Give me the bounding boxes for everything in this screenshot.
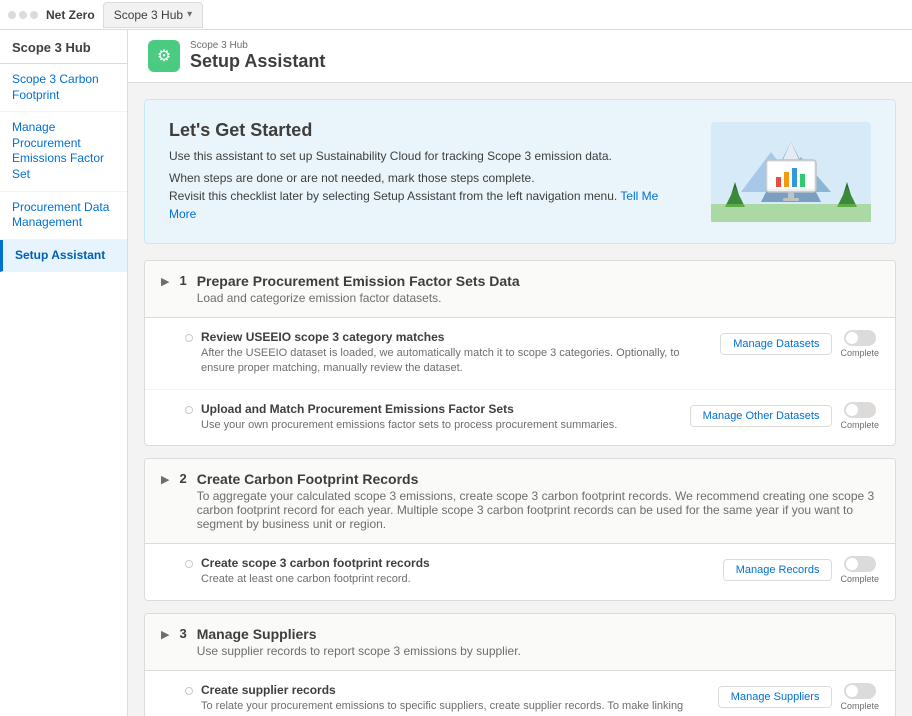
toggle-label-3-1: Complete bbox=[840, 701, 879, 711]
page-header: ⚙ Scope 3 Hub Setup Assistant bbox=[128, 30, 912, 83]
step-subtitle-2: To aggregate your calculated scope 3 emi… bbox=[197, 489, 879, 531]
hero-desc3: Revisit this checklist later by selectin… bbox=[169, 187, 669, 223]
page-breadcrumb: Scope 3 Hub bbox=[190, 40, 325, 51]
sidebar-item-setup-assistant[interactable]: Setup Assistant bbox=[0, 240, 127, 273]
app-name: Net Zero bbox=[46, 8, 95, 22]
toggle-label-1-1: Complete bbox=[840, 348, 879, 358]
step-title-wrap-1: Prepare Procurement Emission Factor Sets… bbox=[197, 273, 520, 305]
hero-image bbox=[711, 122, 871, 222]
sidebar-item-carbon-footprint[interactable]: Scope 3 Carbon Footprint bbox=[0, 64, 127, 112]
step-section-3: ▶ 3 Manage Suppliers Use supplier record… bbox=[144, 613, 896, 716]
sub-steps-3: Create supplier records To relate your p… bbox=[145, 671, 895, 716]
hero-banner: Let's Get Started Use this assistant to … bbox=[144, 99, 896, 244]
sidebar: Scope 3 Hub Scope 3 Carbon Footprint Man… bbox=[0, 30, 128, 716]
steps-container: ▶ 1 Prepare Procurement Emission Factor … bbox=[128, 260, 912, 716]
hero-desc1: Use this assistant to set up Sustainabil… bbox=[169, 147, 669, 165]
step-chevron-1: ▶ bbox=[161, 275, 169, 288]
sub-steps-2: Create scope 3 carbon footprint records … bbox=[145, 544, 895, 599]
sub-step-title-1-1: Review USEEIO scope 3 category matches bbox=[201, 330, 712, 344]
sub-step-title-1-2: Upload and Match Procurement Emissions F… bbox=[201, 402, 682, 416]
main-content: ⚙ Scope 3 Hub Setup Assistant Let's Get … bbox=[128, 30, 912, 716]
sub-step-title-2-1: Create scope 3 carbon footprint records bbox=[201, 556, 715, 570]
sub-steps-1: Review USEEIO scope 3 category matches A… bbox=[145, 318, 895, 445]
toggle-wrap-3-1: Complete bbox=[840, 683, 879, 711]
sub-step-3-1: Create supplier records To relate your p… bbox=[145, 671, 895, 716]
manage-suppliers-btn[interactable]: Manage Suppliers bbox=[718, 686, 833, 708]
page-header-text-wrap: Scope 3 Hub Setup Assistant bbox=[190, 40, 325, 72]
bullet-1-1 bbox=[185, 334, 193, 342]
toggle-3-1[interactable] bbox=[844, 683, 876, 699]
sub-step-title-3-1: Create supplier records bbox=[201, 683, 710, 697]
sub-step-desc-1-2: Use your own procurement emissions facto… bbox=[201, 418, 682, 433]
toggle-label-1-2: Complete bbox=[840, 420, 879, 430]
toggle-wrap-2-1: Complete bbox=[840, 556, 879, 584]
step-chevron-2: ▶ bbox=[161, 473, 169, 486]
step-title-3: Manage Suppliers bbox=[197, 626, 521, 642]
sidebar-item-manage-procurement[interactable]: Manage Procurement Emissions Factor Set bbox=[0, 112, 127, 191]
sidebar-item-procurement-data[interactable]: Procurement Data Management bbox=[0, 192, 127, 240]
toggle-wrap-1-1: Complete bbox=[840, 330, 879, 358]
manage-other-datasets-btn[interactable]: Manage Other Datasets bbox=[690, 405, 833, 427]
sub-step-2-1: Create scope 3 carbon footprint records … bbox=[145, 544, 895, 599]
step-subtitle-3: Use supplier records to report scope 3 e… bbox=[197, 644, 521, 658]
step-header-3[interactable]: ▶ 3 Manage Suppliers Use supplier record… bbox=[145, 614, 895, 671]
sub-step-actions-3-1: Manage Suppliers Complete bbox=[718, 683, 879, 711]
page-title: Setup Assistant bbox=[190, 51, 325, 72]
gear-icon: ⚙ bbox=[157, 46, 171, 66]
sub-step-1-2: Upload and Match Procurement Emissions F… bbox=[145, 390, 895, 445]
sub-step-content-1-2: Upload and Match Procurement Emissions F… bbox=[201, 402, 682, 433]
sidebar-header: Scope 3 Hub bbox=[0, 30, 127, 64]
toggle-2-1[interactable] bbox=[844, 556, 876, 572]
sub-step-content-3-1: Create supplier records To relate your p… bbox=[201, 683, 710, 716]
step-section-2: ▶ 2 Create Carbon Footprint Records To a… bbox=[144, 458, 896, 600]
toggle-wrap-1-2: Complete bbox=[840, 402, 879, 430]
page-header-icon: ⚙ bbox=[148, 40, 180, 72]
toggle-1-2[interactable] bbox=[844, 402, 876, 418]
bullet-1-2 bbox=[185, 406, 193, 414]
tab-scope3hub[interactable]: Scope 3 Hub ▾ bbox=[103, 2, 203, 28]
sub-step-actions-2-1: Manage Records Complete bbox=[723, 556, 879, 584]
top-bar: Net Zero Scope 3 Hub ▾ bbox=[0, 0, 912, 30]
step-title-2: Create Carbon Footprint Records bbox=[197, 471, 879, 487]
sub-step-desc-2-1: Create at least one carbon footprint rec… bbox=[201, 572, 715, 587]
toggle-label-2-1: Complete bbox=[840, 574, 879, 584]
sub-step-1-1: Review USEEIO scope 3 category matches A… bbox=[145, 318, 895, 390]
step-title-wrap-3: Manage Suppliers Use supplier records to… bbox=[197, 626, 521, 658]
tab-chevron: ▾ bbox=[187, 9, 192, 20]
bullet-3-1 bbox=[185, 687, 193, 695]
app-dots bbox=[8, 11, 38, 19]
step-header-1[interactable]: ▶ 1 Prepare Procurement Emission Factor … bbox=[145, 261, 895, 318]
tab-label: Scope 3 Hub bbox=[114, 8, 183, 22]
sub-step-desc-3-1: To relate your procurement emissions to … bbox=[201, 699, 710, 716]
sub-step-content-1-1: Review USEEIO scope 3 category matches A… bbox=[201, 330, 712, 377]
step-title-1: Prepare Procurement Emission Factor Sets… bbox=[197, 273, 520, 289]
step-header-2[interactable]: ▶ 2 Create Carbon Footprint Records To a… bbox=[145, 459, 895, 544]
bullet-2-1 bbox=[185, 560, 193, 568]
step-chevron-3: ▶ bbox=[161, 628, 169, 641]
step-subtitle-1: Load and categorize emission factor data… bbox=[197, 291, 520, 305]
manage-datasets-btn-1[interactable]: Manage Datasets bbox=[720, 333, 832, 355]
hero-content: Let's Get Started Use this assistant to … bbox=[169, 120, 711, 223]
step-title-wrap-2: Create Carbon Footprint Records To aggre… bbox=[197, 471, 879, 531]
sub-step-content-2-1: Create scope 3 carbon footprint records … bbox=[201, 556, 715, 587]
manage-records-btn[interactable]: Manage Records bbox=[723, 559, 833, 581]
sub-step-desc-1-1: After the USEEIO dataset is loaded, we a… bbox=[201, 346, 712, 377]
sub-step-actions-1-2: Manage Other Datasets Complete bbox=[690, 402, 879, 430]
hero-desc2: When steps are done or are not needed, m… bbox=[169, 169, 669, 187]
main-layout: Scope 3 Hub Scope 3 Carbon Footprint Man… bbox=[0, 30, 912, 716]
toggle-1-1[interactable] bbox=[844, 330, 876, 346]
step-section-1: ▶ 1 Prepare Procurement Emission Factor … bbox=[144, 260, 896, 446]
hero-title: Let's Get Started bbox=[169, 120, 711, 141]
sub-step-actions-1-1: Manage Datasets Complete bbox=[720, 330, 879, 358]
